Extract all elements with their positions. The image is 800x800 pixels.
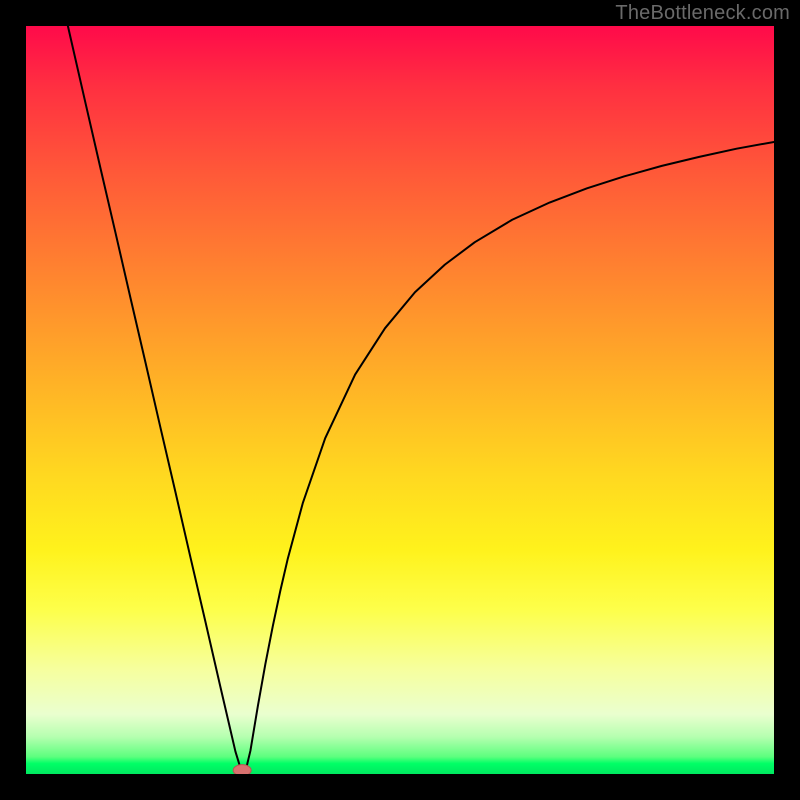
bottleneck-chart-svg — [26, 26, 774, 774]
optimal-point-marker — [233, 765, 251, 774]
bottleneck-curve — [68, 26, 774, 770]
chart-container: TheBottleneck.com — [0, 0, 800, 800]
plot-area — [26, 26, 774, 774]
watermark-text: TheBottleneck.com — [615, 2, 790, 25]
